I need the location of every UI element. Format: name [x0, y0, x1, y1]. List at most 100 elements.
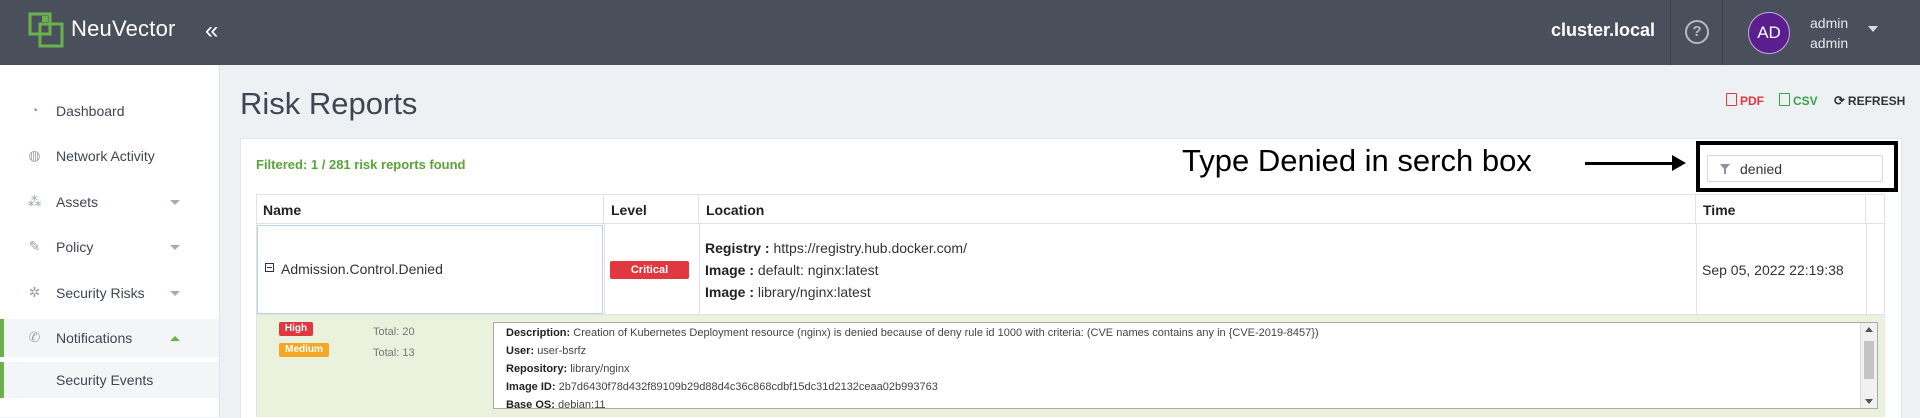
collapse-row-minus-icon[interactable] — [265, 263, 274, 272]
top-bar: NeuVector « cluster.local ? AD admin adm… — [0, 0, 1920, 65]
annotation-text: Type Denied in serch box — [1182, 143, 1532, 178]
column-header-spacer — [1866, 194, 1885, 224]
column-header-name[interactable]: Name — [256, 194, 604, 224]
divider — [1670, 0, 1671, 65]
help-icon[interactable]: ? — [1685, 20, 1709, 44]
user-menu-chevron-down-icon[interactable] — [1868, 26, 1878, 32]
refresh-icon: ⟳ — [1834, 93, 1845, 108]
assets-cubes-icon: ⁂ — [27, 193, 42, 209]
detail-key: Description: — [506, 327, 571, 339]
severity-total-high: Total: 20 — [373, 326, 415, 338]
details-scrollbar[interactable] — [1860, 323, 1877, 408]
sidebar-item-notifications[interactable]: ✆ Notifications — [0, 319, 219, 357]
report-time: Sep 05, 2022 22:19:38 — [1702, 262, 1844, 278]
detail-value: debian:11 — [557, 399, 606, 409]
filter-funnel-icon — [1720, 164, 1730, 174]
chevron-down-icon — [170, 291, 180, 296]
sidebar-subitem-security-events[interactable]: Security Events — [0, 362, 219, 398]
detail-key: Repository: — [506, 363, 568, 375]
filter-result-count: Filtered: 1 / 281 risk reports found — [256, 157, 466, 172]
sidebar-item-dashboard[interactable]: ◔ Dashboard — [0, 92, 219, 130]
sidebar-subitem-label: Security Events — [56, 372, 154, 388]
location-key: Image : — [705, 284, 755, 300]
level-badge-critical: Critical — [610, 261, 689, 279]
sidebar-item-network-activity[interactable]: ◍ Network Activity — [0, 137, 219, 175]
sidebar-item-label: Assets — [56, 194, 99, 210]
location-value: https://registry.hub.docker.com/ — [773, 240, 967, 256]
annotation-arrow-head — [1672, 155, 1686, 171]
refresh-button[interactable]: ⟳ REFRESH — [1834, 93, 1905, 109]
search-input[interactable] — [1740, 160, 1875, 178]
user-name[interactable]: admin — [1810, 15, 1848, 31]
dashboard-gauge-icon: ◔ — [30, 102, 39, 118]
sidebar: ◔ Dashboard ◍ Network Activity ⁂ Assets … — [0, 65, 220, 417]
detail-value: library/nginx — [570, 363, 630, 375]
pdf-file-icon — [1726, 93, 1737, 106]
severity-total-medium: Total: 13 — [373, 347, 415, 359]
severity-badge-medium: Medium — [279, 343, 329, 357]
refresh-label: REFRESH — [1847, 94, 1906, 108]
brand-name: NeuVector — [71, 16, 176, 41]
detail-key: Image ID: — [506, 381, 556, 393]
column-header-level[interactable]: Level — [604, 194, 699, 224]
scroll-thumb[interactable] — [1864, 341, 1874, 379]
detail-image-id: Image ID: 2b7d6430f78d432f89109b29d88d4c… — [506, 381, 938, 393]
detail-user: User: user-bsrfz — [506, 345, 586, 357]
chevron-down-icon — [170, 200, 180, 205]
collapse-sidebar-icon[interactable]: « — [205, 17, 218, 45]
location-value: default: nginx:latest — [757, 262, 879, 278]
detail-value: user-bsrfz — [537, 345, 587, 357]
sidebar-item-label: Dashboard — [56, 103, 125, 119]
column-header-location[interactable]: Location — [699, 194, 1696, 224]
detail-repository: Repository: library/nginx — [506, 363, 630, 375]
neuvector-logo-icon[interactable] — [28, 12, 68, 48]
scroll-up-arrow-icon[interactable] — [1865, 327, 1873, 332]
user-role: admin — [1810, 35, 1849, 51]
detail-key: Base OS: — [506, 399, 555, 409]
severity-badge-high: High — [279, 322, 313, 336]
avatar[interactable]: AD — [1748, 12, 1790, 54]
column-divider — [1696, 224, 1697, 315]
column-divider — [604, 224, 605, 315]
divider — [1722, 0, 1723, 65]
cluster-name[interactable]: cluster.local — [1551, 20, 1655, 41]
detail-value: 2b7d6430f78d432f89109b29d88d4c36c868cdbf… — [558, 381, 938, 393]
page-title: Risk Reports — [240, 86, 418, 121]
sidebar-item-label: Network Activity — [56, 148, 155, 164]
sidebar-item-label: Policy — [56, 239, 94, 255]
sidebar-item-label: Security Risks — [56, 285, 145, 301]
sidebar-item-assets[interactable]: ⁂ Assets — [0, 183, 219, 221]
csv-label: CSV — [1793, 94, 1818, 108]
bug-icon: ✲ — [28, 284, 41, 300]
sidebar-item-label: Notifications — [56, 330, 133, 346]
csv-file-icon — [1779, 93, 1790, 106]
chevron-down-icon — [170, 245, 180, 250]
sidebar-item-policy[interactable]: ✎ Policy — [0, 228, 219, 266]
detail-description: Description: Creation of Kubernetes Depl… — [506, 327, 1319, 339]
column-header-time[interactable]: Time — [1696, 194, 1866, 224]
scroll-down-arrow-icon[interactable] — [1865, 399, 1873, 404]
column-divider — [699, 224, 700, 315]
sidebar-item-security-risks[interactable]: ✲ Security Risks — [0, 274, 219, 312]
notification-phone-icon: ✆ — [28, 329, 41, 345]
globe-icon: ◍ — [28, 147, 41, 163]
column-divider — [1866, 224, 1867, 315]
chevron-up-icon — [170, 336, 180, 341]
report-name: Admission.Control.Denied — [281, 261, 443, 277]
gavel-icon: ✎ — [28, 238, 41, 254]
detail-value: Creation of Kubernetes Deployment resour… — [573, 327, 1319, 339]
location-value: library/nginx:latest — [757, 284, 871, 300]
location-key: Image : — [705, 262, 755, 278]
annotation-arrow — [1585, 162, 1675, 165]
location-registry: Registry : https://registry.hub.docker.c… — [705, 240, 967, 256]
location-image: Image : default: nginx:latest — [705, 262, 879, 278]
location-image: Image : library/nginx:latest — [705, 284, 871, 300]
pdf-button[interactable]: PDF — [1726, 93, 1764, 108]
location-key: Registry : — [705, 240, 770, 256]
search-filter-box[interactable] — [1707, 155, 1883, 182]
csv-button[interactable]: CSV — [1779, 93, 1818, 108]
detail-key: User: — [506, 345, 535, 357]
event-details-box[interactable]: Description: Creation of Kubernetes Depl… — [493, 322, 1878, 409]
pdf-label: PDF — [1740, 94, 1764, 108]
detail-base-os: Base OS: debian:11 — [506, 399, 606, 409]
